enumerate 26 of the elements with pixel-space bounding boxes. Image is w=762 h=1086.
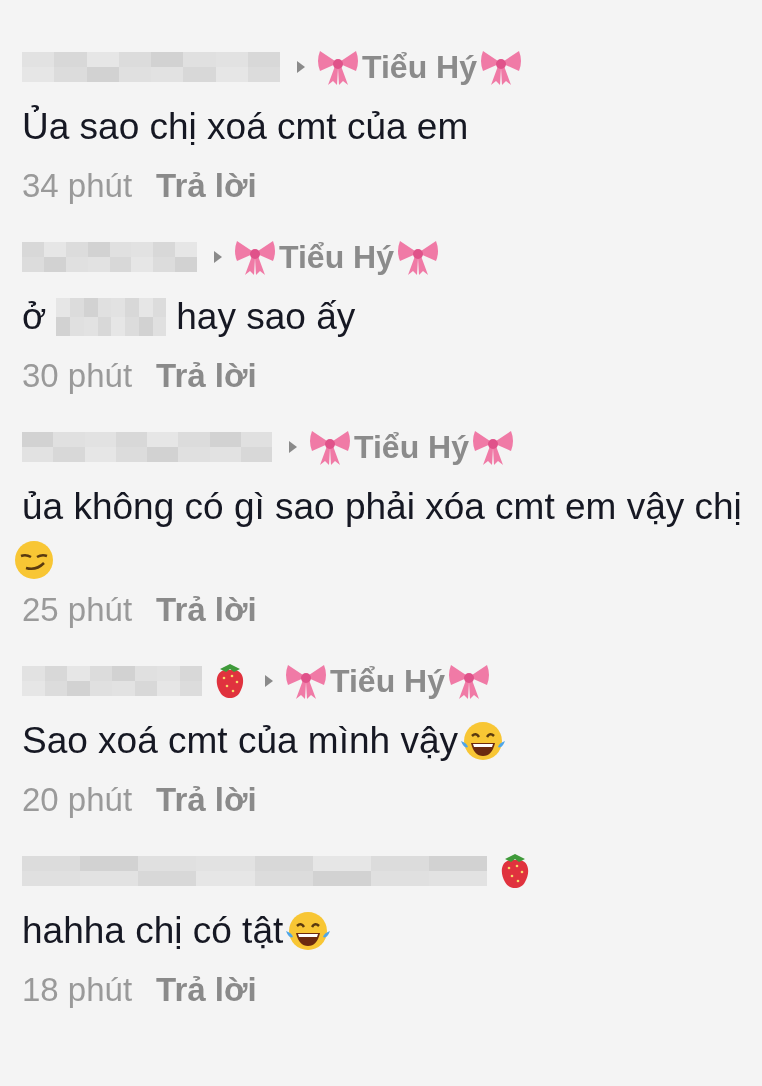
comment-time: 30 phút [22, 356, 133, 397]
laughing-emoji-icon [458, 719, 508, 763]
reply-link[interactable]: Trả lời [156, 351, 257, 401]
reply-link[interactable]: Trả lời [156, 161, 257, 211]
comment-time: 34 phút [22, 166, 133, 207]
comment-text: hay sao ấy [176, 295, 356, 339]
comment-text: Ủa sao chị xoá cmt của em [22, 104, 469, 149]
smirking-emoji-icon [12, 538, 56, 582]
comment-text: hahha chị có tật [22, 909, 284, 953]
arrow-icon [288, 440, 298, 454]
arrow-icon [264, 674, 274, 688]
reply-link[interactable]: Trả lời [156, 965, 257, 1015]
reply-link[interactable]: Trả lời [156, 775, 257, 825]
reply-to-username[interactable]: Tiểu Hý [352, 423, 471, 471]
comment-time: 25 phút [22, 590, 133, 631]
arrow-icon [296, 60, 306, 74]
comment-time: 20 phút [22, 780, 133, 821]
reply-to-username[interactable]: Tiểu Hý [277, 233, 396, 281]
comment-text: Sao xoá cmt của mình vậy [22, 719, 458, 763]
arrow-icon [213, 250, 223, 264]
reply-to-username[interactable]: Tiểu Hý [360, 43, 479, 91]
comment-text: ở [22, 295, 47, 339]
reply-link[interactable]: Trả lời [156, 585, 257, 635]
comment-time: 18 phút [22, 970, 133, 1011]
comment-text: ủa không có gì sao phải xóa cmt em vậy chị [22, 485, 742, 529]
reply-to-username[interactable]: Tiểu Hý [328, 657, 447, 705]
